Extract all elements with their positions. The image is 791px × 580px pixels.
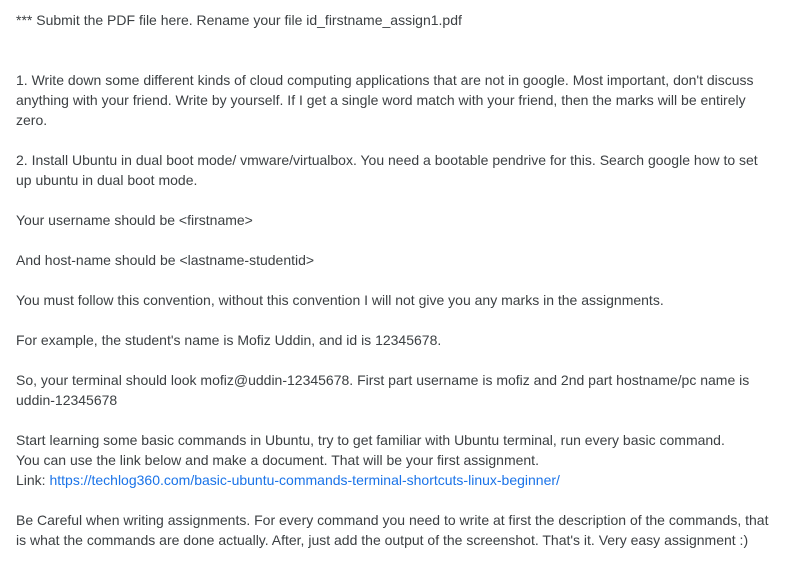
convention-warning: You must follow this convention, without…: [16, 292, 664, 308]
terminal-example: So, your terminal should look mofiz@uddi…: [16, 372, 750, 408]
careful-note: Be Careful when writing assignments. For…: [16, 512, 769, 548]
hostname-rule: And host-name should be <lastname-studen…: [16, 252, 315, 268]
link-line: Link: https://techlog360.com/basic-ubunt…: [16, 470, 775, 490]
example-text: For example, the student's name is Mofiz…: [16, 332, 442, 348]
learning-section: Start learning some basic commands in Ub…: [16, 430, 775, 490]
username-rule: Your username should be <firstname>: [16, 212, 253, 228]
submission-instructions: *** Submit the PDF file here. Rename you…: [16, 12, 462, 28]
learning-line-1: Start learning some basic commands in Ub…: [16, 432, 725, 448]
task-1-text: 1. Write down some different kinds of cl…: [16, 72, 754, 128]
assignment-description: *** Submit the PDF file here. Rename you…: [0, 0, 791, 550]
link-label: Link:: [16, 472, 50, 488]
learning-line-2: You can use the link below and make a do…: [16, 452, 539, 468]
tutorial-link[interactable]: https://techlog360.com/basic-ubuntu-comm…: [49, 472, 559, 488]
task-2-text: 2. Install Ubuntu in dual boot mode/ vmw…: [16, 152, 758, 188]
